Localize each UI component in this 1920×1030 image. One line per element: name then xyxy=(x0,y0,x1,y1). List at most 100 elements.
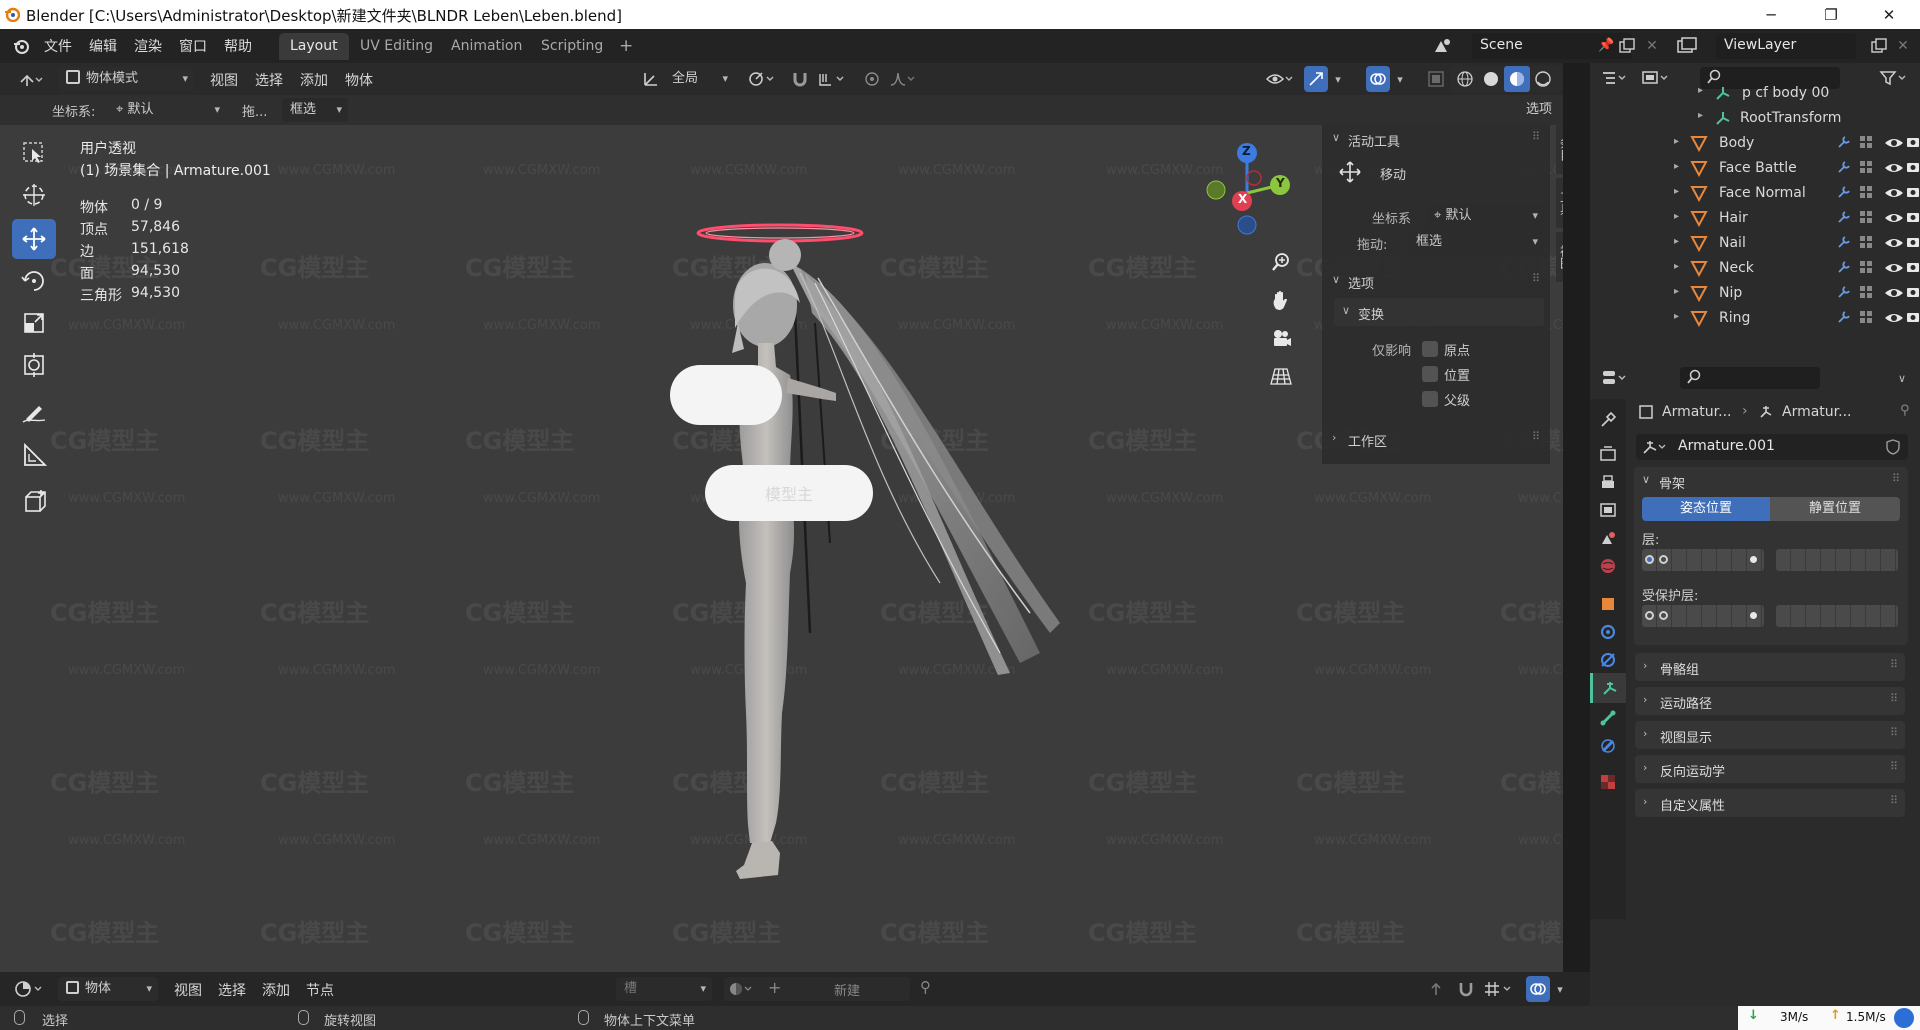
camera-icon[interactable] xyxy=(1906,184,1920,200)
annotate-tool[interactable] xyxy=(12,391,56,431)
drag-grip-icon[interactable]: ⠿ xyxy=(1890,658,1898,671)
overlays-toggle-icon[interactable] xyxy=(1526,976,1550,1002)
menu-select[interactable]: 选择 xyxy=(255,70,283,90)
protected-layers-right[interactable] xyxy=(1776,605,1898,627)
outliner-row[interactable]: ▸ Face Normal xyxy=(1590,181,1920,206)
modifier-wrench-icon[interactable] xyxy=(1836,234,1852,250)
modifier-wrench-icon[interactable] xyxy=(1836,284,1852,300)
new-scene-icon[interactable] xyxy=(1616,33,1638,59)
pin-icon[interactable]: 📌 xyxy=(1598,38,1614,53)
menu-view[interactable]: 视图 xyxy=(210,70,238,90)
workspace-section-header[interactable]: › 工作区 ⠿ xyxy=(1322,424,1550,454)
pivot-point-icon[interactable] xyxy=(744,67,780,91)
constraints-tab-icon[interactable] xyxy=(1594,647,1622,673)
material-icon[interactable] xyxy=(728,980,754,998)
new-material-button[interactable]: 新建 xyxy=(834,980,860,999)
expand-arrow-icon[interactable]: ▸ xyxy=(1674,136,1679,147)
scale-tool[interactable] xyxy=(12,303,56,343)
outliner-row[interactable]: ▸ Nail xyxy=(1590,231,1920,256)
protected-layers-grid[interactable] xyxy=(1642,605,1900,627)
overlays-toggle-icon[interactable] xyxy=(1366,66,1390,92)
editor-type-icon[interactable] xyxy=(14,67,48,91)
expand-arrow-icon[interactable]: ▸ xyxy=(1674,261,1679,272)
select-box-tool[interactable] xyxy=(12,133,56,173)
mode-dropdown[interactable]: 物体模式 ▾ xyxy=(58,67,194,91)
drag-grip-icon[interactable]: ⠿ xyxy=(1532,130,1540,143)
character-model[interactable]: 模型主 xyxy=(640,153,1080,953)
viewlayer-selector[interactable]: ViewLayer ✕ xyxy=(1672,33,1912,59)
proportional-edit-icon[interactable] xyxy=(860,67,884,91)
bone-constraint-tab-icon[interactable] xyxy=(1594,733,1622,759)
output-tab-icon[interactable] xyxy=(1594,469,1622,495)
view-layer-tab-icon[interactable] xyxy=(1594,497,1622,523)
expand-arrow-icon[interactable]: ▸ xyxy=(1674,211,1679,222)
eye-icon[interactable] xyxy=(1866,234,1904,252)
tab-scripting[interactable]: Scripting xyxy=(530,33,614,60)
pin-icon[interactable]: ⚲ xyxy=(920,978,931,996)
overlays-dropdown-icon[interactable]: ▾ xyxy=(1552,977,1568,1001)
properties-editor-icon[interactable] xyxy=(1598,366,1632,390)
menu-window[interactable]: 窗口 xyxy=(179,36,207,56)
shading-dropdown-icon[interactable] xyxy=(1556,67,1563,91)
bone-layers-grid[interactable] xyxy=(1642,549,1900,571)
rest-position-button[interactable]: 静置位置 xyxy=(1770,497,1900,521)
new-viewlayer-icon[interactable] xyxy=(1868,33,1890,59)
network-globe-icon[interactable] xyxy=(1894,1008,1914,1028)
menu-select[interactable]: 选择 xyxy=(218,980,246,1000)
outliner-row[interactable]: ▸ Ring xyxy=(1590,306,1920,331)
cursor-tool[interactable] xyxy=(12,175,56,215)
outliner-row[interactable]: ▸ p cf body 00 xyxy=(1590,81,1920,106)
drag-grip-icon[interactable]: ⠿ xyxy=(1532,272,1540,285)
modifier-wrench-icon[interactable] xyxy=(1836,134,1852,150)
outliner-row[interactable]: ▸ Neck xyxy=(1590,256,1920,281)
drag-grip-icon[interactable]: ⠿ xyxy=(1890,794,1898,807)
property-section-header[interactable]: › 自定义属性 ⠿ xyxy=(1635,789,1905,817)
transform-subsection-header[interactable]: ∨ 变换 xyxy=(1334,298,1544,326)
menu-add[interactable]: 添加 xyxy=(300,70,328,90)
np-drag-dropdown[interactable]: 框选 ▾ xyxy=(1408,230,1544,254)
options-dropdown[interactable]: 选项 ▾ xyxy=(1518,98,1563,122)
eye-icon[interactable] xyxy=(1866,259,1904,277)
snap-icon[interactable] xyxy=(788,67,812,91)
shader-editor-type-icon[interactable] xyxy=(10,977,50,1001)
snap-grid-icon[interactable] xyxy=(1480,977,1518,1001)
bone-layers-right[interactable] xyxy=(1776,549,1898,571)
tab-animation[interactable]: Animation xyxy=(440,33,533,60)
pin-icon[interactable]: ⚲ xyxy=(1900,403,1910,418)
properties-search-input[interactable] xyxy=(1680,367,1820,389)
world-tab-icon[interactable] xyxy=(1594,553,1622,579)
menu-file[interactable]: 文件 xyxy=(44,36,72,56)
expand-arrow-icon[interactable]: ▸ xyxy=(1674,161,1679,172)
expand-arrow-icon[interactable]: ▸ xyxy=(1698,85,1703,96)
drag-grip-icon[interactable]: ⠿ xyxy=(1532,430,1540,443)
drag-grip-icon[interactable]: ⠿ xyxy=(1892,472,1900,485)
camera-icon[interactable] xyxy=(1906,284,1920,300)
snap-icon[interactable] xyxy=(1454,977,1478,1001)
armature-data-name[interactable]: Armature.001 xyxy=(1678,438,1775,454)
np-coord-dropdown[interactable]: ⌖ 默认 ▾ xyxy=(1426,204,1544,228)
camera-icon[interactable] xyxy=(1906,234,1920,250)
tab-tool[interactable]: 工具 xyxy=(1556,178,1563,228)
fake-user-shield-icon[interactable] xyxy=(1884,438,1902,456)
eye-icon[interactable] xyxy=(1866,159,1904,177)
origins-checkbox[interactable] xyxy=(1422,341,1438,357)
blender-menu-icon[interactable] xyxy=(12,37,30,55)
menu-render[interactable]: 渲染 xyxy=(134,36,162,56)
camera-view-icon[interactable] xyxy=(1266,323,1296,353)
skeleton-panel-header[interactable]: ∨ 骨架 ⠿ xyxy=(1634,467,1908,495)
drag-grip-icon[interactable]: ⠿ xyxy=(1890,726,1898,739)
menu-node[interactable]: 节点 xyxy=(306,980,334,1000)
rotate-tool[interactable] xyxy=(12,261,56,301)
menu-add[interactable]: 添加 xyxy=(262,980,290,1000)
tool-settings-tab-icon[interactable] xyxy=(1594,407,1622,433)
menu-edit[interactable]: 编辑 xyxy=(89,36,117,56)
expand-arrow-icon[interactable]: ▸ xyxy=(1698,110,1703,121)
property-section-header[interactable]: › 骨骼组 ⠿ xyxy=(1635,653,1905,681)
slot-dropdown[interactable]: 槽 ▾ xyxy=(616,977,712,1001)
gizmo-toggle-icon[interactable] xyxy=(1304,66,1328,92)
modifier-wrench-icon[interactable] xyxy=(1836,259,1852,275)
minimize-button[interactable]: ─ xyxy=(1748,0,1794,29)
add-cube-tool[interactable] xyxy=(12,481,56,521)
gizmo-dropdown-icon[interactable]: ▾ xyxy=(1330,67,1346,91)
scene-selector[interactable]: Scene 📌 xyxy=(1428,33,1648,59)
